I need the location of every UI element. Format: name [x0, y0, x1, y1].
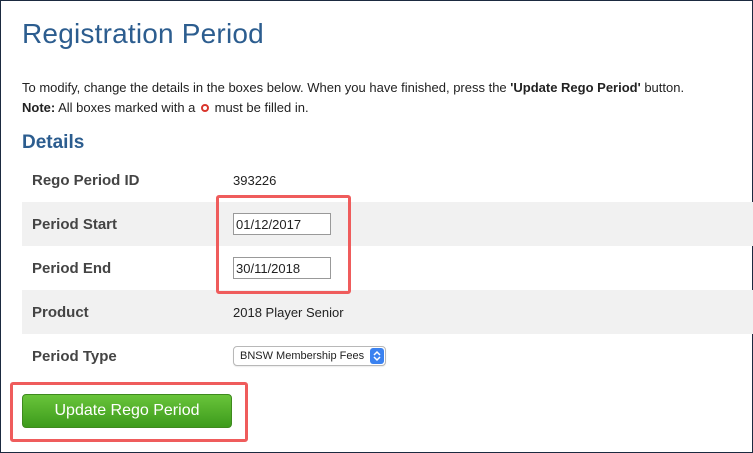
required-marker-icon: [201, 104, 210, 112]
details-table: Rego Period ID 393226 Period Start Perio…: [22, 158, 753, 378]
note-line: Note: All boxes marked with a must be fi…: [22, 98, 684, 118]
period-type-select[interactable]: BNSW Membership Fees: [233, 346, 387, 366]
instruction-prefix: To modify, change the details in the box…: [22, 80, 511, 95]
note-prefix: All boxes marked with a: [55, 100, 200, 115]
highlight-date-fields: [216, 195, 351, 294]
note-suffix: must be filled in.: [211, 100, 309, 115]
instruction-button-ref: 'Update Rego Period': [510, 80, 641, 95]
instruction-line: To modify, change the details in the box…: [22, 78, 684, 98]
row-period-type: Period Type BNSW Membership Fees: [22, 334, 753, 378]
period-end-label: Period End: [32, 259, 112, 277]
product-label: Product: [32, 303, 89, 321]
row-period-end: Period End: [22, 246, 753, 290]
note-label: Note:: [22, 100, 56, 115]
select-arrows-icon: [370, 348, 385, 364]
period-type-selected: BNSW Membership Fees: [240, 350, 365, 362]
instruction-suffix: button.: [640, 80, 685, 95]
product-value: 2018 Player Senior: [233, 304, 344, 320]
period-type-label: Period Type: [32, 347, 117, 365]
section-title-details: Details: [22, 132, 85, 153]
instructions: To modify, change the details in the box…: [22, 78, 684, 118]
row-product: Product 2018 Player Senior: [22, 290, 753, 334]
period-type-cell: BNSW Membership Fees: [232, 346, 387, 366]
update-rego-period-button[interactable]: Update Rego Period: [22, 394, 232, 428]
rego-period-id-value: 393226: [233, 172, 277, 188]
page-title: Registration Period: [22, 18, 264, 49]
rego-period-id-label: Rego Period ID: [32, 171, 140, 189]
period-start-label: Period Start: [32, 215, 118, 233]
row-rego-period-id: Rego Period ID 393226: [22, 158, 753, 202]
row-period-start: Period Start: [22, 202, 753, 246]
